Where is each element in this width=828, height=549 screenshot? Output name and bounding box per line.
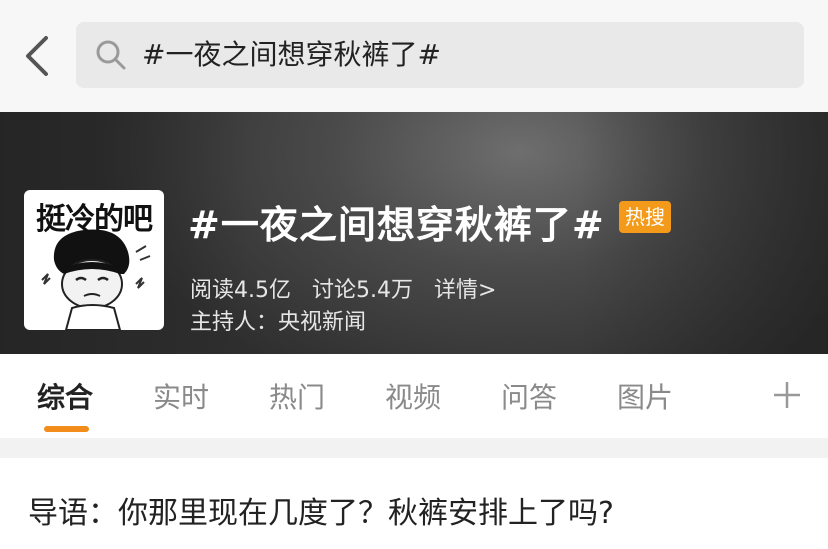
topic-header: 挺冷的吧 #一夜之间想穿秋裤了# 热搜 阅读4.5亿 讨论5.4万 详情> 主持…	[0, 112, 828, 354]
back-button[interactable]	[22, 34, 56, 78]
details-link[interactable]: 详情>	[434, 278, 496, 303]
search-input[interactable]: #一夜之间想穿秋裤了#	[76, 22, 804, 88]
more-tabs-button[interactable]	[772, 380, 802, 410]
back-arrow-icon	[26, 36, 48, 76]
topic-title: #一夜之间想穿秋裤了#	[188, 203, 605, 247]
tab-bar: 综合 实时 热门 视频 问答 图片	[0, 354, 828, 438]
tab-comprehensive[interactable]: 综合	[37, 376, 93, 416]
avatar-caption: 挺冷的吧	[36, 202, 153, 237]
active-tab-indicator	[44, 426, 89, 432]
search-query-text: #一夜之间想穿秋裤了#	[142, 38, 441, 71]
tab-pictures[interactable]: 图片	[617, 376, 673, 416]
read-count: 阅读4.5亿	[190, 278, 291, 303]
tab-realtime[interactable]: 实时	[153, 376, 209, 416]
hot-search-badge: 热搜	[619, 201, 671, 233]
lead-text: 导语：你那里现在几度了？秋裤安排上了吗?	[28, 496, 614, 531]
search-icon	[96, 40, 126, 70]
top-bar: #一夜之间想穿秋裤了#	[0, 0, 828, 112]
plus-icon	[774, 382, 800, 408]
tab-video[interactable]: 视频	[385, 376, 441, 416]
discussion-count: 讨论5.4万	[312, 278, 413, 303]
topic-avatar[interactable]: 挺冷的吧	[24, 190, 164, 330]
section-divider	[0, 438, 828, 458]
tab-hot[interactable]: 热门	[269, 376, 325, 416]
topic-stats: 阅读4.5亿 讨论5.4万 详情>	[190, 272, 510, 304]
tab-qa[interactable]: 问答	[501, 376, 557, 416]
topic-host: 主持人：央视新闻	[190, 310, 367, 335]
